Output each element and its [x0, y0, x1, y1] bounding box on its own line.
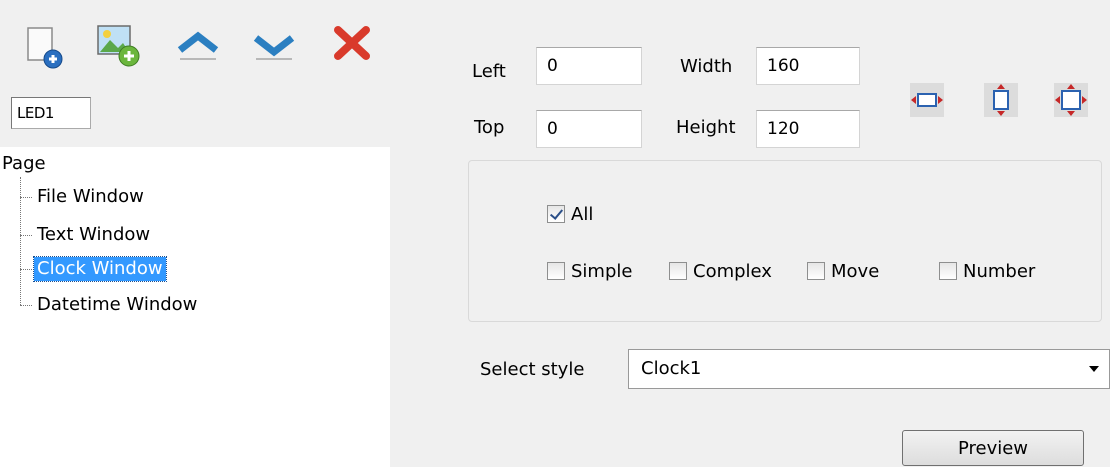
checkbox-label: Complex: [693, 261, 772, 282]
width-label: Width: [680, 56, 733, 77]
move-up-button[interactable]: [172, 18, 224, 72]
fit-both-icon: [1055, 84, 1087, 116]
checkbox-box: [669, 262, 687, 280]
tree-item-label: File Window: [37, 186, 144, 207]
select-style-label: Select style: [480, 359, 585, 380]
left-pane: LED1 Page File Window Text Window Clock …: [0, 0, 390, 467]
preview-button[interactable]: Preview: [902, 430, 1084, 466]
checkbox-box: [807, 262, 825, 280]
tree-item-label: Text Window: [37, 224, 151, 245]
add-image-icon: [97, 25, 140, 67]
window-tree: Page File Window Text Window Clock Windo…: [0, 147, 390, 467]
left-input[interactable]: 0: [536, 47, 642, 85]
fit-width-button[interactable]: [910, 83, 944, 117]
properties-pane: Left 0 Width 160 Top 0 Height 120 All Si…: [390, 0, 1110, 467]
fit-both-button[interactable]: [1054, 83, 1088, 117]
checkbox-box: [939, 262, 957, 280]
screen-name-field[interactable]: LED1: [11, 97, 91, 129]
delete-icon: [334, 26, 370, 60]
checkbox-label: Number: [963, 261, 1036, 282]
tree-connector: [20, 305, 32, 306]
style-dropdown[interactable]: Clock1: [628, 349, 1110, 389]
top-label: Top: [474, 117, 505, 138]
checkbox-label: All: [571, 204, 594, 225]
clock-type-group: All Simple Complex Move Number: [468, 160, 1102, 322]
checkbox-label: Move: [831, 261, 880, 282]
chevron-down-icon: [1089, 366, 1099, 372]
fit-width-icon: [911, 93, 943, 107]
move-up-icon: [177, 31, 219, 60]
fit-height-icon: [993, 84, 1009, 116]
add-image-button[interactable]: [92, 18, 144, 72]
checkbox-label: Simple: [571, 261, 633, 282]
height-input[interactable]: 120: [756, 110, 860, 148]
tree-item-label: Datetime Window: [37, 294, 198, 315]
tree-root-page[interactable]: Page: [2, 153, 46, 175]
width-input[interactable]: 160: [756, 47, 860, 85]
new-page-button[interactable]: [16, 18, 68, 72]
height-label: Height: [676, 117, 736, 138]
new-page-icon: [27, 27, 63, 69]
delete-button[interactable]: [326, 18, 378, 72]
fit-height-button[interactable]: [984, 83, 1018, 117]
checkbox-box: [547, 262, 565, 280]
move-down-button[interactable]: [248, 18, 300, 72]
left-label: Left: [472, 61, 506, 82]
style-dropdown-value: Clock1: [641, 358, 702, 379]
top-input[interactable]: 0: [536, 110, 642, 148]
tree-connector: [20, 197, 32, 198]
tree-item-label: Clock Window: [33, 256, 167, 282]
checkbox-box: [547, 205, 565, 223]
tree-connector: [20, 269, 32, 270]
tree-connector: [20, 235, 32, 236]
move-down-icon: [253, 35, 295, 60]
